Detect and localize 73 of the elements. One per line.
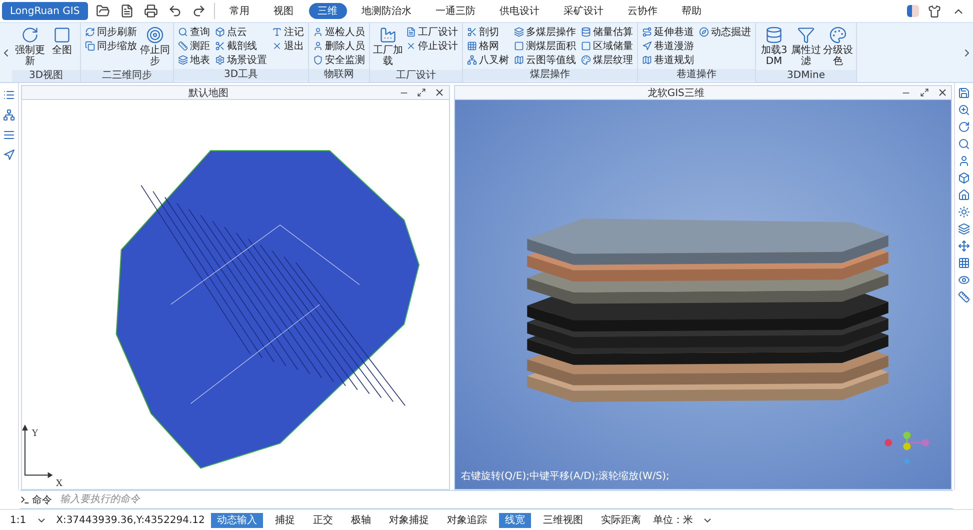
ribbon-button[interactable]: 同步刷新: [84, 25, 138, 39]
status-toggle[interactable]: 极轴: [344, 512, 377, 528]
command-label: 命令: [20, 492, 52, 506]
ribbon-button[interactable]: 煤层纹理: [580, 53, 634, 67]
app-menu-button[interactable]: LongRuan GIS: [2, 2, 88, 20]
view-title: 龙软GIS三维: [646, 86, 706, 100]
ribbon-group-title: 煤层操作: [463, 69, 637, 81]
ribbon-group-title: 3DMine: [756, 70, 856, 82]
ribbon-button[interactable]: 同步缩放: [84, 39, 138, 53]
command-input[interactable]: 输入要执行的命令: [58, 491, 953, 508]
ribbon-button[interactable]: 停止设计: [405, 39, 459, 53]
ribbon-button[interactable]: 全图: [47, 25, 77, 57]
menu-tab[interactable]: 供电设计: [490, 3, 549, 19]
ribbon-button[interactable]: 八叉树: [466, 53, 510, 67]
menu-tab[interactable]: 采矿设计: [554, 3, 613, 19]
ribbon-button[interactable]: 延伸巷道: [641, 25, 695, 39]
ribbon-button[interactable]: 多煤层操作: [513, 25, 577, 39]
status-toggle[interactable]: 正交: [306, 512, 339, 528]
ribbon-button[interactable]: 停止同步: [140, 25, 170, 68]
ribbon-button[interactable]: 注记: [271, 25, 305, 39]
ribbon-button[interactable]: 查询: [177, 25, 211, 39]
ribbon-button[interactable]: 安全监测: [312, 53, 366, 67]
axis-label: X: [56, 479, 62, 489]
ribbon-button[interactable]: 点云: [214, 25, 268, 39]
view-title: 默认地图: [187, 86, 230, 100]
status-toggle[interactable]: 线宽: [498, 512, 531, 528]
ribbon-button[interactable]: 退出: [271, 39, 305, 53]
ribbon-button[interactable]: 测煤层面积: [513, 39, 577, 53]
menu-tab[interactable]: 云协作: [618, 3, 667, 19]
menu-tab[interactable]: 三维: [308, 3, 347, 19]
ribbon-button[interactable]: 云图等值线: [513, 53, 577, 67]
ribbon-group-title: 工厂设计: [370, 70, 462, 82]
status-toggle[interactable]: 动态输入: [210, 512, 263, 528]
ribbon-button[interactable]: 储量估算: [580, 25, 634, 39]
menu-tab[interactable]: 地测防治水: [352, 3, 421, 19]
ribbon-button[interactable]: 格网: [466, 39, 510, 53]
ribbon-group-title: 3D视图: [12, 70, 80, 82]
ribbon-button[interactable]: 分级设色: [823, 25, 853, 68]
ribbon-button[interactable]: 巡检人员: [312, 25, 366, 39]
menu-tab[interactable]: 常用: [220, 3, 259, 19]
unit-label: 单位：米: [652, 514, 693, 527]
menu-tab[interactable]: 一通三防: [426, 3, 485, 19]
coordinates: X:37443939.36,Y:4352294.12: [56, 514, 205, 526]
ribbon-group-title: 3D工具: [174, 69, 308, 81]
ribbon-button[interactable]: 动态掘进: [698, 25, 752, 39]
ribbon-button[interactable]: 场景设置: [214, 53, 268, 67]
ribbon-button[interactable]: 截剖线: [214, 39, 268, 53]
ribbon-button[interactable]: 强制更新: [15, 25, 45, 68]
ribbon-button[interactable]: 加载3DM: [759, 25, 789, 68]
ribbon-button[interactable]: 工厂加载: [373, 25, 403, 68]
scale-value: 1:1: [10, 514, 26, 526]
menu-tab[interactable]: 视图: [264, 3, 303, 19]
menu-tab[interactable]: 帮助: [672, 3, 711, 19]
ribbon-button[interactable]: 巷道漫游: [641, 39, 695, 53]
ribbon-button[interactable]: 剖切: [466, 25, 510, 39]
ribbon-button[interactable]: 工厂设计: [405, 25, 459, 39]
ribbon-button[interactable]: 属性过滤: [791, 25, 821, 68]
status-toggle[interactable]: 捕捉: [268, 512, 301, 528]
axis-label: Y: [32, 429, 38, 439]
navigation-hint: 右键旋转(Q/E);中键平移(A/D);滚轮缩放(W/S);: [460, 470, 670, 483]
ribbon-group-title: 巷道操作: [638, 69, 755, 81]
ribbon-button[interactable]: 区域储量: [580, 39, 634, 53]
status-toggle[interactable]: 实际距离: [594, 512, 647, 528]
ribbon-button[interactable]: 巷道规划: [641, 53, 695, 67]
ribbon-group-title: 二三维同步: [81, 70, 173, 82]
scene-viewport[interactable]: 右键旋转(Q/E);中键平移(A/D);滚轮缩放(W/S);: [454, 100, 951, 489]
ribbon-button[interactable]: 删除人员: [312, 39, 366, 53]
ribbon-group-title: 物联网: [309, 69, 369, 81]
ribbon-button[interactable]: 地表: [177, 53, 211, 67]
ribbon-button[interactable]: 测距: [177, 39, 211, 53]
status-toggle[interactable]: 三维视图: [536, 512, 589, 528]
status-toggle[interactable]: 对象追踪: [440, 512, 493, 528]
status-toggle[interactable]: 对象捕捉: [382, 512, 435, 528]
